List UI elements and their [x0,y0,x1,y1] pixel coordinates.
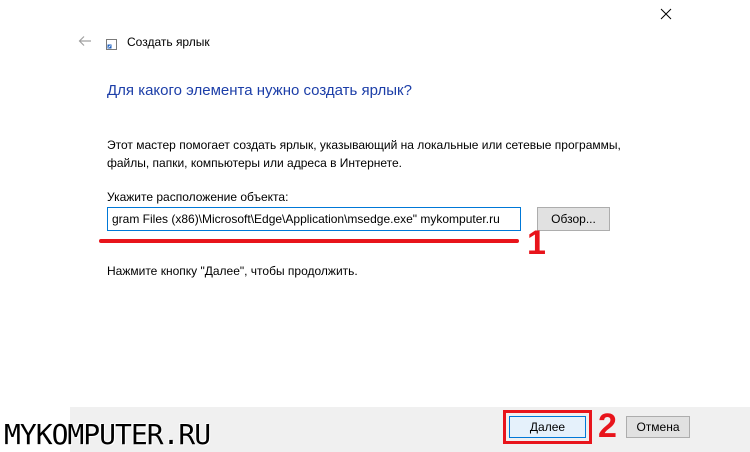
close-button[interactable] [648,0,684,28]
page-heading: Для какого элемента нужно создать ярлык? [107,82,412,99]
watermark: MYKOMPUTER.RU [4,418,211,451]
back-button[interactable] [76,32,94,50]
annotation-marker-2: 2 [598,407,617,445]
shortcut-icon [106,37,117,50]
cancel-button[interactable]: Отмена [626,416,690,438]
location-input-value: gram Files (x86)\Microsoft\Edge\Applicat… [112,212,500,226]
next-button[interactable]: Далее [509,416,586,438]
back-arrow-icon [78,36,91,46]
close-icon [660,8,672,20]
annotation-underline [99,239,519,243]
annotation-marker-1: 1 [527,224,546,262]
wizard-description: Этот мастер помогает создать ярлык, указ… [107,138,621,170]
window-title: Создать ярлык [127,35,210,49]
browse-button[interactable]: Обзор... [537,207,610,231]
continue-hint: Нажмите кнопку "Далее", чтобы продолжить… [107,264,358,278]
location-label: Укажите расположение объекта: [107,190,289,204]
location-input[interactable]: gram Files (x86)\Microsoft\Edge\Applicat… [107,207,521,231]
